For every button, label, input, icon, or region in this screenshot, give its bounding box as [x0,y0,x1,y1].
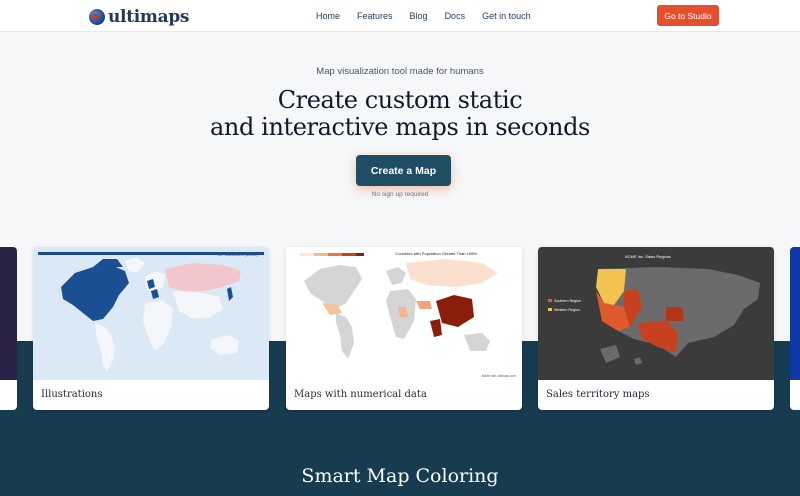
carousel-card-peek-right[interactable] [790,247,800,410]
carousel-card-peek-left[interactable] [0,247,17,410]
feature-card-sales-territory[interactable]: Southern Region Western Region ACME Inc.… [538,247,774,410]
card-image-population-map: Countries with Population Greater Than 1… [286,247,522,380]
card-image-g7-map: G7 Countries (2024) [33,247,269,380]
card-label-sales-territory: Sales territory maps [546,389,650,400]
nav-item-docs[interactable]: Docs [445,10,466,22]
create-map-button[interactable]: Create a Map [356,155,451,186]
brand-name: ultimaps [108,7,190,27]
nav-item-blog[interactable]: Blog [410,10,428,22]
population-map-footer: Made with ultimaps.com [482,374,517,378]
feature-card-illustrations[interactable]: G7 Countries (2024) Illustrations [33,247,269,410]
hero-title-line-2: and interactive maps in seconds [210,113,590,141]
hero-title-line-1: Create custom static [277,86,523,114]
section-title: Smart Map Coloring [301,465,499,487]
feature-card-numerical-data[interactable]: Countries with Population Greater Than 1… [286,247,522,410]
globe-icon [89,9,105,25]
nav-item-get-in-touch[interactable]: Get in touch [482,10,531,22]
cta-note: No sign up required [371,191,429,198]
main-nav: Home Features Blog Docs Get in touch [316,10,548,22]
legend-western-region: Western Region [554,308,580,312]
legend-southern-region: Southern Region [554,299,581,303]
go-to-studio-button[interactable]: Go to Studio [657,5,719,26]
nav-item-features[interactable]: Features [357,10,393,22]
nav-item-home[interactable]: Home [316,10,340,22]
hero-tagline: Map visualization tool made for humans [316,66,484,77]
g7-map-title: G7 Countries (2024) [217,252,258,257]
brand-logo[interactable]: ultimaps [89,6,190,28]
card-label-illustrations: Illustrations [41,389,103,400]
card-label-numerical-data: Maps with numerical data [294,389,427,400]
top-navbar: ultimaps Home Features Blog Docs Get in … [0,0,800,32]
sales-map-title: ACME Inc. Sales Regions [625,254,671,259]
card-image-sales-map: Southern Region Western Region ACME Inc.… [538,247,774,380]
hero-title: Create custom static and interactive map… [0,87,800,141]
population-map-title: Countries with Population Greater Than 1… [395,251,476,256]
